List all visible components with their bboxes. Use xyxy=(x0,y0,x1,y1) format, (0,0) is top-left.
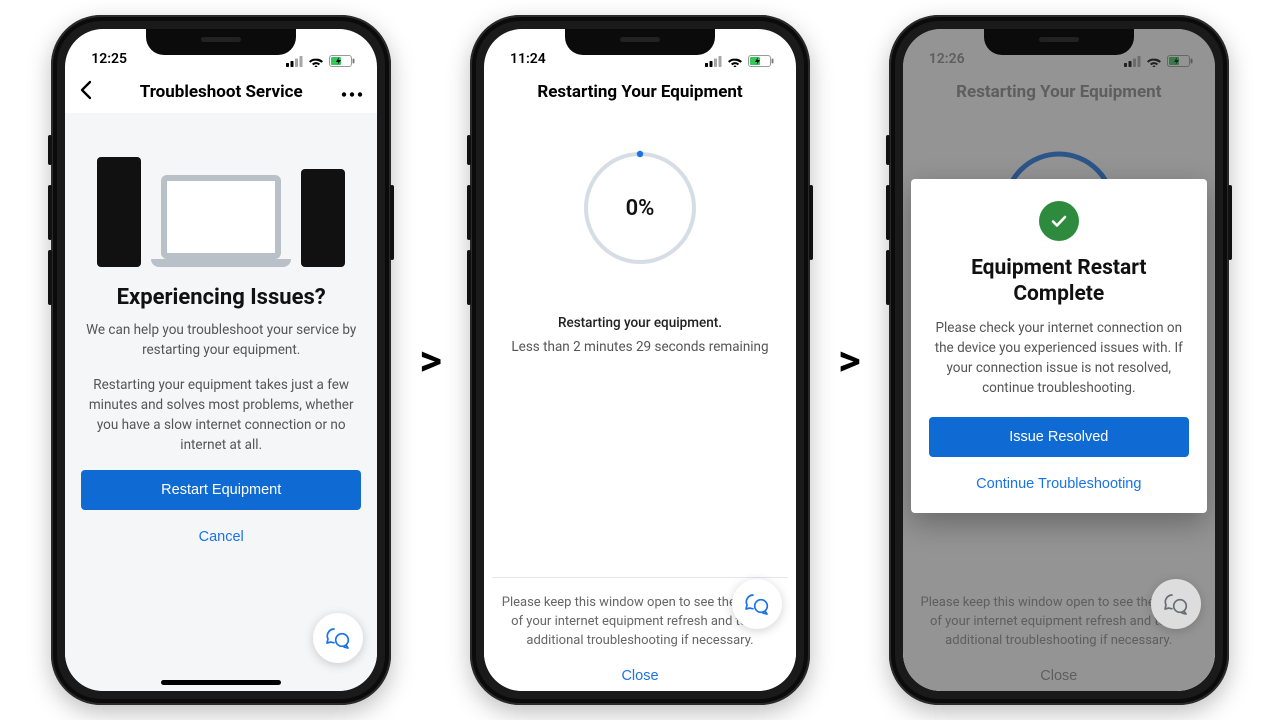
progress-ring: 0% xyxy=(575,143,705,273)
status-time: 12:25 xyxy=(91,51,127,67)
status-heading: Restarting your equipment. xyxy=(558,313,722,333)
phone-frame-3: 12:26 Restarting Your Equipment Ple xyxy=(889,15,1229,705)
status-time: 11:24 xyxy=(510,51,546,67)
modal-heading: Equipment Restart Complete xyxy=(929,255,1189,308)
content-area: Experiencing Issues? We can help you tro… xyxy=(65,113,377,691)
status-icons xyxy=(705,55,774,67)
chat-icon xyxy=(744,591,770,617)
time-remaining: Less than 2 minutes 29 seconds remaining xyxy=(511,337,768,357)
wifi-icon xyxy=(308,56,324,67)
intro-paragraph: We can help you troubleshoot your servic… xyxy=(85,320,357,361)
chat-icon xyxy=(325,625,351,651)
chevron-left-icon xyxy=(79,80,93,100)
check-icon xyxy=(1048,210,1070,232)
completion-modal: Equipment Restart Complete Please check … xyxy=(911,179,1207,513)
equipment-illustration xyxy=(81,137,361,267)
screen-2: 11:24 Restarting Your Equipment 0% xyxy=(484,29,796,691)
restart-equipment-button[interactable]: Restart Equipment xyxy=(81,470,361,510)
ellipsis-icon xyxy=(341,92,363,98)
notch xyxy=(146,29,296,55)
chat-fab[interactable] xyxy=(313,613,363,663)
screen-1: 12:25 Troubleshoot Service xyxy=(65,29,377,691)
success-badge xyxy=(1039,201,1079,241)
battery-charging-icon xyxy=(329,55,355,67)
flow-arrow-2: > xyxy=(838,334,861,386)
chat-fab[interactable] xyxy=(1151,579,1201,629)
more-button[interactable] xyxy=(341,83,363,102)
cellular-icon xyxy=(705,56,722,67)
cellular-icon xyxy=(286,56,303,67)
nav-bar: Restarting Your Equipment xyxy=(484,69,796,116)
heading: Experiencing Issues? xyxy=(117,285,326,310)
modem-icon xyxy=(301,169,345,267)
home-indicator[interactable] xyxy=(161,680,281,685)
page-title: Restarting Your Equipment xyxy=(537,82,742,102)
phone-frame-2: 11:24 Restarting Your Equipment 0% xyxy=(470,15,810,705)
flow-arrow-1: > xyxy=(419,334,442,386)
screen-3: 12:26 Restarting Your Equipment Ple xyxy=(903,29,1215,691)
status-icons xyxy=(286,55,355,67)
three-phone-sequence: 12:25 Troubleshoot Service xyxy=(0,0,1280,720)
notch xyxy=(984,29,1134,55)
chat-icon xyxy=(1163,591,1189,617)
back-button[interactable] xyxy=(79,80,93,104)
battery-charging-icon xyxy=(748,55,774,67)
detail-paragraph: Restarting your equipment takes just a f… xyxy=(85,375,357,456)
cancel-button[interactable]: Cancel xyxy=(193,528,250,546)
nav-bar: Troubleshoot Service xyxy=(65,69,377,116)
notch xyxy=(565,29,715,55)
chat-fab[interactable] xyxy=(732,579,782,629)
wifi-icon xyxy=(727,56,743,67)
phone-frame-1: 12:25 Troubleshoot Service xyxy=(51,15,391,705)
laptop-icon xyxy=(151,175,291,267)
modal-body: Please check your internet connection on… xyxy=(929,318,1189,399)
router-icon xyxy=(97,157,141,267)
page-title: Troubleshoot Service xyxy=(140,82,303,102)
continue-troubleshooting-button[interactable]: Continue Troubleshooting xyxy=(970,475,1147,493)
close-button[interactable]: Close xyxy=(500,667,780,685)
progress-value: 0% xyxy=(575,143,705,273)
issue-resolved-button[interactable]: Issue Resolved xyxy=(929,417,1189,457)
